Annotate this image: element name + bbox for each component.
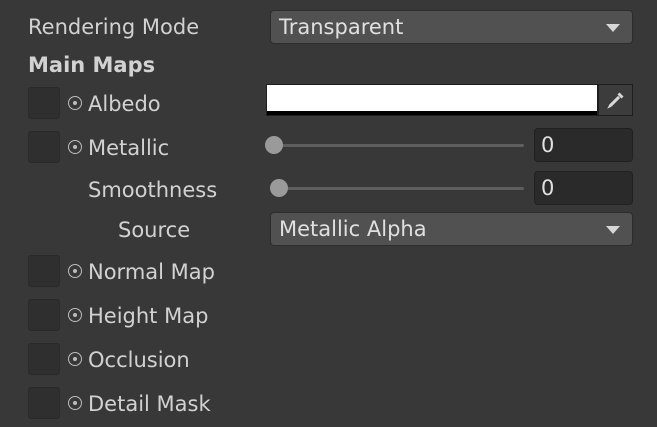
source-dropdown[interactable]: Metallic Alpha bbox=[270, 212, 633, 246]
smoothness-label: Smoothness bbox=[88, 178, 218, 202]
albedo-label: Albedo bbox=[88, 92, 161, 116]
occlusion-texture-slot[interactable] bbox=[28, 343, 60, 375]
metallic-label: Metallic bbox=[88, 136, 170, 160]
detail-mask-texture-slot[interactable] bbox=[28, 387, 60, 419]
target-icon[interactable] bbox=[68, 96, 82, 110]
alpha-bar bbox=[267, 111, 597, 115]
source-value: Metallic Alpha bbox=[279, 217, 427, 241]
target-icon[interactable] bbox=[68, 396, 82, 410]
rendering-mode-dropdown[interactable]: Transparent bbox=[270, 10, 633, 44]
albedo-color-field[interactable] bbox=[266, 84, 598, 116]
smoothness-value: 0 bbox=[541, 176, 555, 200]
occlusion-label: Occlusion bbox=[88, 348, 190, 372]
target-icon[interactable] bbox=[68, 308, 82, 322]
metallic-value-field[interactable]: 0 bbox=[534, 128, 633, 162]
metallic-slider-thumb[interactable] bbox=[265, 136, 283, 154]
metallic-texture-slot[interactable] bbox=[28, 131, 60, 163]
smoothness-slider-thumb[interactable] bbox=[270, 179, 288, 197]
eyedropper-icon bbox=[606, 92, 623, 109]
target-icon[interactable] bbox=[68, 264, 82, 278]
source-label: Source bbox=[118, 218, 191, 242]
height-map-texture-slot[interactable] bbox=[28, 299, 60, 331]
color-picker-button[interactable] bbox=[598, 84, 633, 116]
albedo-texture-slot[interactable] bbox=[28, 87, 60, 119]
metallic-slider-track[interactable] bbox=[274, 144, 524, 147]
detail-mask-label: Detail Mask bbox=[88, 392, 211, 416]
target-icon[interactable] bbox=[68, 140, 82, 154]
normal-map-texture-slot[interactable] bbox=[28, 255, 60, 287]
smoothness-slider-track[interactable] bbox=[279, 187, 524, 190]
height-map-label: Height Map bbox=[88, 304, 209, 328]
target-icon[interactable] bbox=[68, 352, 82, 366]
rendering-mode-label: Rendering Mode bbox=[28, 15, 200, 39]
smoothness-value-field[interactable]: 0 bbox=[534, 171, 633, 205]
metallic-value: 0 bbox=[541, 133, 555, 157]
normal-map-label: Normal Map bbox=[88, 260, 215, 284]
rendering-mode-value: Transparent bbox=[279, 15, 404, 39]
section-title: Main Maps bbox=[28, 53, 156, 77]
chevron-down-icon bbox=[606, 226, 620, 234]
chevron-down-icon bbox=[606, 24, 620, 32]
